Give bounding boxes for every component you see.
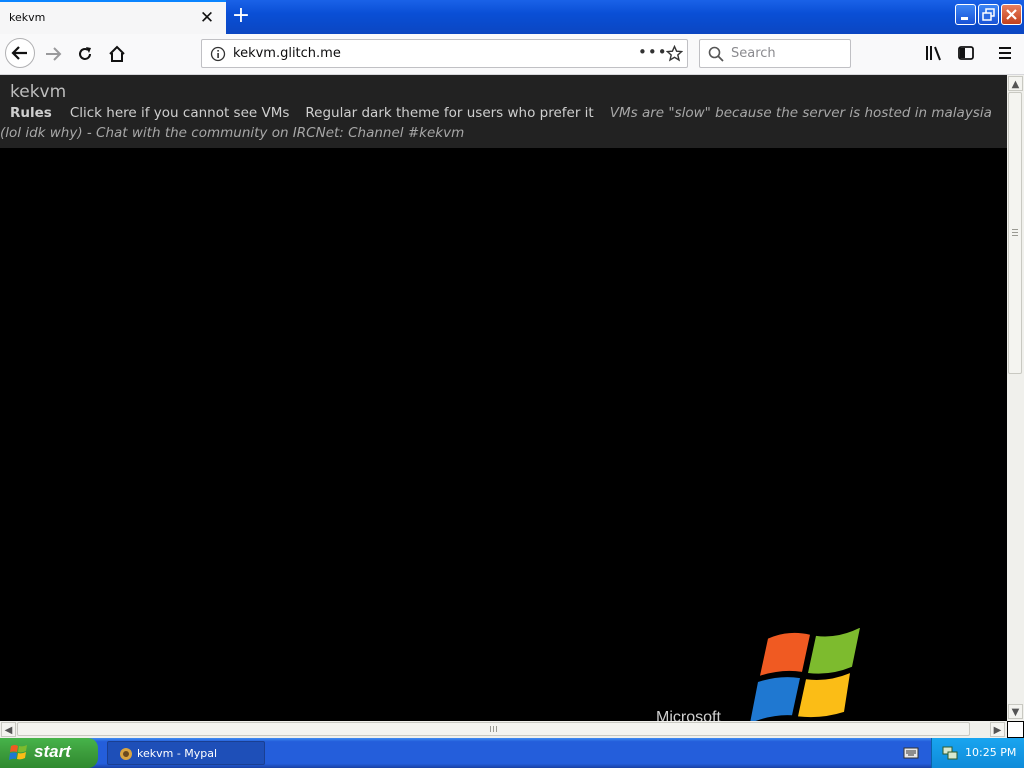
restore-button[interactable]: [978, 4, 999, 25]
site-title: kekvm: [10, 82, 67, 102]
search-box[interactable]: Search: [699, 39, 851, 68]
mypal-app-icon: [120, 748, 132, 760]
new-tab-icon[interactable]: +: [229, 5, 253, 29]
clock[interactable]: 10:25 PM: [965, 746, 1016, 759]
taskbar-item-mypal[interactable]: kekvm - Mypal: [107, 741, 265, 765]
site-nav: Rules Click here if you cannot see VMs Reg…: [0, 103, 1007, 143]
network-icon[interactable]: [942, 745, 959, 761]
keyboard-icon[interactable]: [903, 746, 919, 760]
horizontal-scrollbar[interactable]: ◀ ▶: [0, 721, 1007, 738]
home-icon: [109, 45, 125, 62]
start-label: start: [34, 742, 71, 761]
horizontal-scroll-thumb[interactable]: [17, 722, 970, 736]
vm-display[interactable]: Microsoft: [0, 148, 1007, 721]
forward-button[interactable]: [38, 39, 68, 69]
microsoft-wordmark: Microsoft: [656, 709, 721, 721]
url-text: kekvm.glitch.me: [233, 46, 341, 61]
bookmark-star-icon[interactable]: [666, 45, 683, 62]
close-window-button[interactable]: [1001, 4, 1022, 25]
tab-title: kekvm: [9, 11, 46, 24]
rules-link[interactable]: Rules: [10, 105, 52, 121]
sidebar-icon[interactable]: [957, 44, 975, 62]
page-actions-icon[interactable]: •••: [638, 43, 668, 61]
scrollbar-corner: [1007, 721, 1024, 738]
vertical-scrollbar[interactable]: ▲ ▼: [1007, 75, 1024, 721]
cannot-see-vms-link[interactable]: Click here if you cannot see VMs: [70, 105, 290, 121]
tab-close-icon[interactable]: ✕: [199, 10, 215, 27]
system-tray: 10:25 PM: [931, 738, 1024, 768]
dark-theme-link[interactable]: Regular dark theme for users who prefer …: [305, 105, 593, 121]
info-icon[interactable]: [210, 46, 226, 62]
search-icon: [708, 46, 724, 62]
reload-icon: [79, 47, 91, 60]
minimize-button[interactable]: [955, 4, 976, 25]
browser-tab-bar: kekvm ✕ +: [0, 0, 1024, 34]
web-page: kekvm Rules Click here if you cannot see …: [0, 75, 1007, 721]
navigation-toolbar: kekvm.glitch.me ••• Search: [0, 34, 1024, 75]
site-header: kekvm Rules Click here if you cannot see …: [0, 75, 1007, 148]
back-button[interactable]: [5, 38, 35, 68]
taskbar-item-label: kekvm - Mypal: [137, 747, 218, 760]
scroll-down-button[interactable]: ▼: [1008, 704, 1023, 719]
restore-icon: [982, 8, 995, 21]
reload-button[interactable]: [70, 39, 100, 69]
start-button[interactable]: start: [0, 738, 98, 768]
taskbar: start kekvm - Mypal 10:25 PM: [0, 738, 1024, 768]
scroll-up-button[interactable]: ▲: [1008, 76, 1023, 91]
windows-flag-icon: [9, 745, 27, 760]
browser-tab[interactable]: kekvm ✕: [0, 0, 226, 34]
search-placeholder: Search: [731, 46, 776, 61]
minimize-icon: [961, 17, 968, 20]
scroll-right-button[interactable]: ▶: [990, 722, 1005, 737]
address-bar[interactable]: kekvm.glitch.me •••: [201, 39, 688, 68]
arrow-right-icon: [46, 47, 62, 61]
vertical-scroll-thumb[interactable]: [1008, 92, 1022, 374]
scroll-left-button[interactable]: ◀: [1, 722, 16, 737]
arrow-left-icon: [11, 46, 27, 60]
windows-logo-icon: Microsoft: [656, 628, 860, 721]
library-icon[interactable]: [925, 44, 943, 62]
close-icon: [1006, 9, 1017, 20]
home-button[interactable]: [102, 39, 132, 69]
menu-icon[interactable]: [996, 44, 1014, 62]
